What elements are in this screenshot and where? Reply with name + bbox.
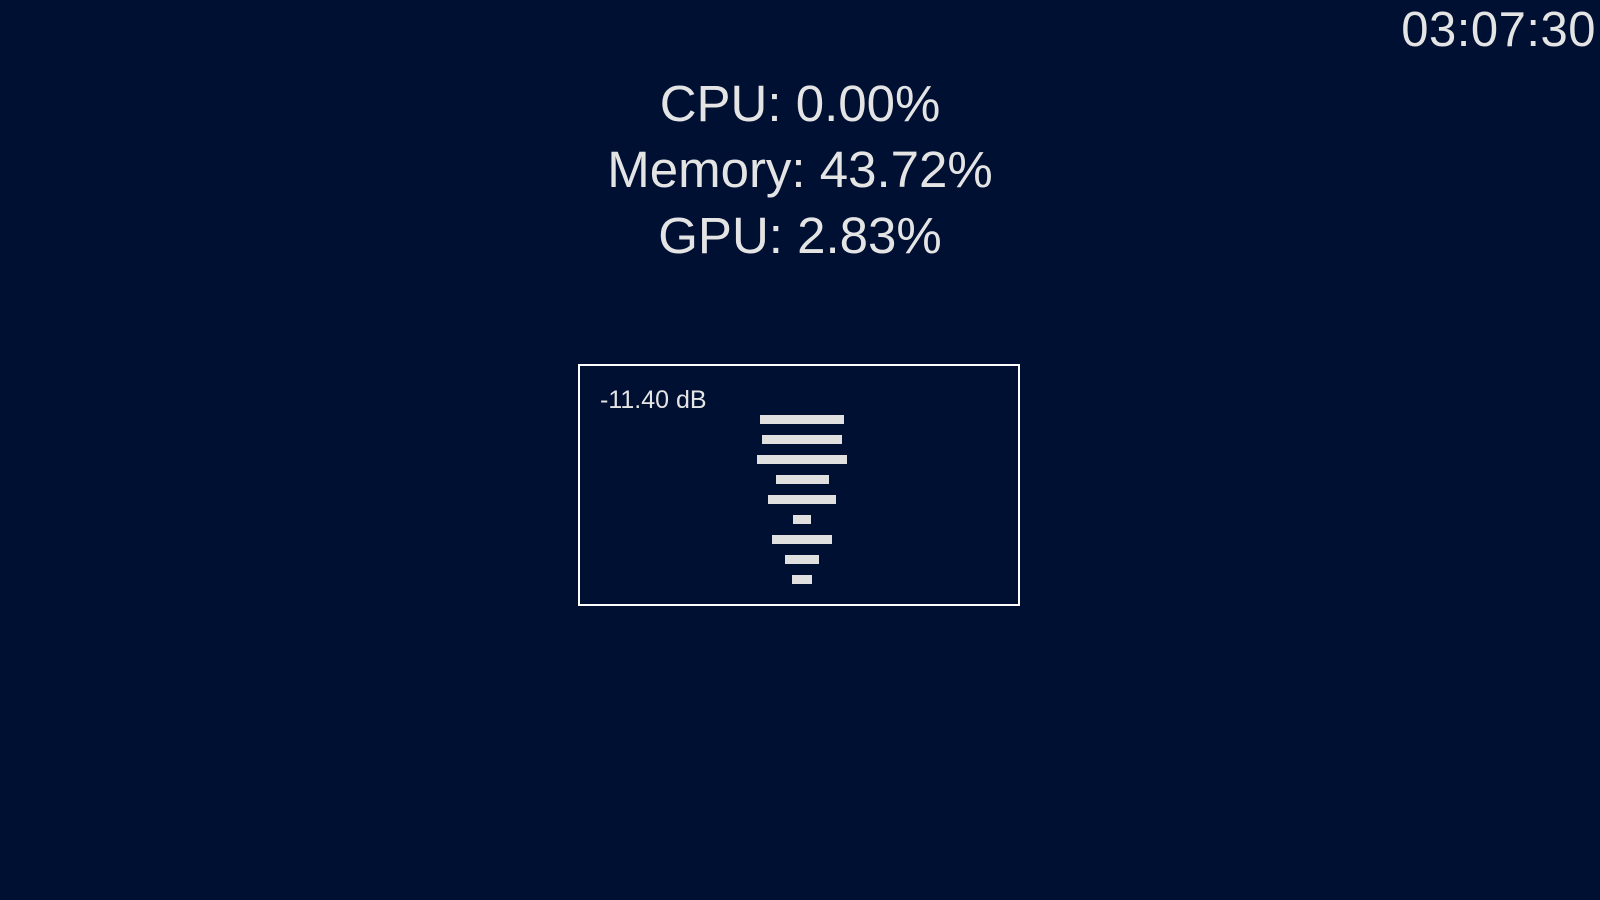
spectrum-bar [792, 575, 812, 584]
system-stats: CPU: 0.00% Memory: 43.72% GPU: 2.83% [0, 71, 1600, 269]
gpu-usage: GPU: 2.83% [658, 207, 942, 264]
spectrum-bar [775, 475, 829, 484]
spectrum-bar [760, 415, 844, 424]
spectrum-bar [757, 455, 847, 464]
audio-level-meter: -11.40 dB [578, 364, 1020, 606]
cpu-usage: CPU: 0.00% [659, 75, 941, 132]
audio-spectrum-bars [580, 366, 1018, 604]
memory-usage: Memory: 43.72% [607, 141, 993, 198]
spectrum-bar [768, 495, 836, 504]
clock-time: 03:07:30 [1401, 3, 1596, 57]
spectrum-bar [772, 535, 832, 544]
spectrum-bar [762, 435, 842, 444]
spectrum-bar [793, 515, 811, 524]
spectrum-bar [785, 555, 819, 564]
